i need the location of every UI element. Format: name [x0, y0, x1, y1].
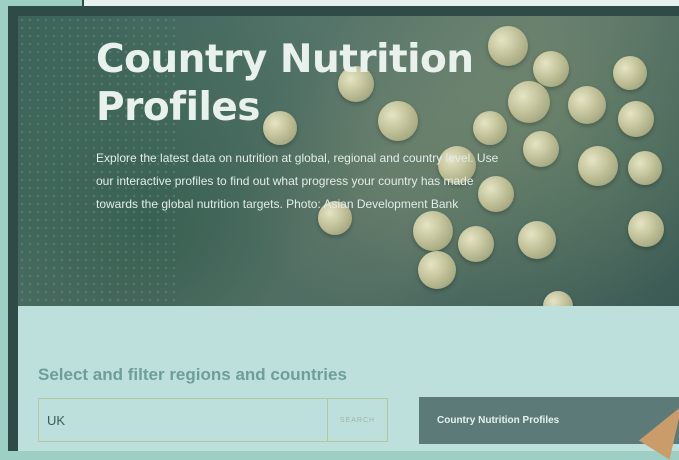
hero-photo-berry [578, 146, 618, 186]
hero-photo-berry [628, 151, 662, 185]
hero-photo-berry [568, 86, 606, 124]
hero-photo-berry [508, 81, 550, 123]
hero-photo-berry [613, 56, 647, 90]
search-box: SEARCH [38, 398, 388, 442]
filter-section: Select and filter regions and countries … [18, 306, 679, 451]
hero-photo-berry [458, 226, 494, 262]
hero-photo-berry [628, 211, 664, 247]
page-title-line-1: Country Nutrition [96, 37, 474, 82]
hero-photo-berry [488, 26, 528, 66]
left-rail [0, 0, 8, 451]
page-title-line-2: Profiles [96, 85, 260, 130]
hero-photo-berry [413, 211, 453, 251]
filter-heading: Select and filter regions and countries [38, 365, 347, 384]
hero-photo-berry [518, 221, 556, 259]
hero-photo-berry [473, 111, 507, 145]
hero-banner: Country Nutrition Profiles Explore the l… [18, 16, 679, 316]
hero-photo-berry [533, 51, 569, 87]
page-title: Country Nutrition Profiles [96, 36, 474, 132]
hero-photo-berry [618, 101, 654, 137]
search-input[interactable] [39, 399, 329, 441]
hero-photo-berry [418, 251, 456, 289]
search-button[interactable]: SEARCH [327, 399, 387, 441]
profiles-card: Country Nutrition Profiles Explore the l… [8, 6, 679, 451]
hero-photo-berry [523, 131, 559, 167]
hero-description: Explore the latest data on nutrition at … [96, 151, 499, 211]
